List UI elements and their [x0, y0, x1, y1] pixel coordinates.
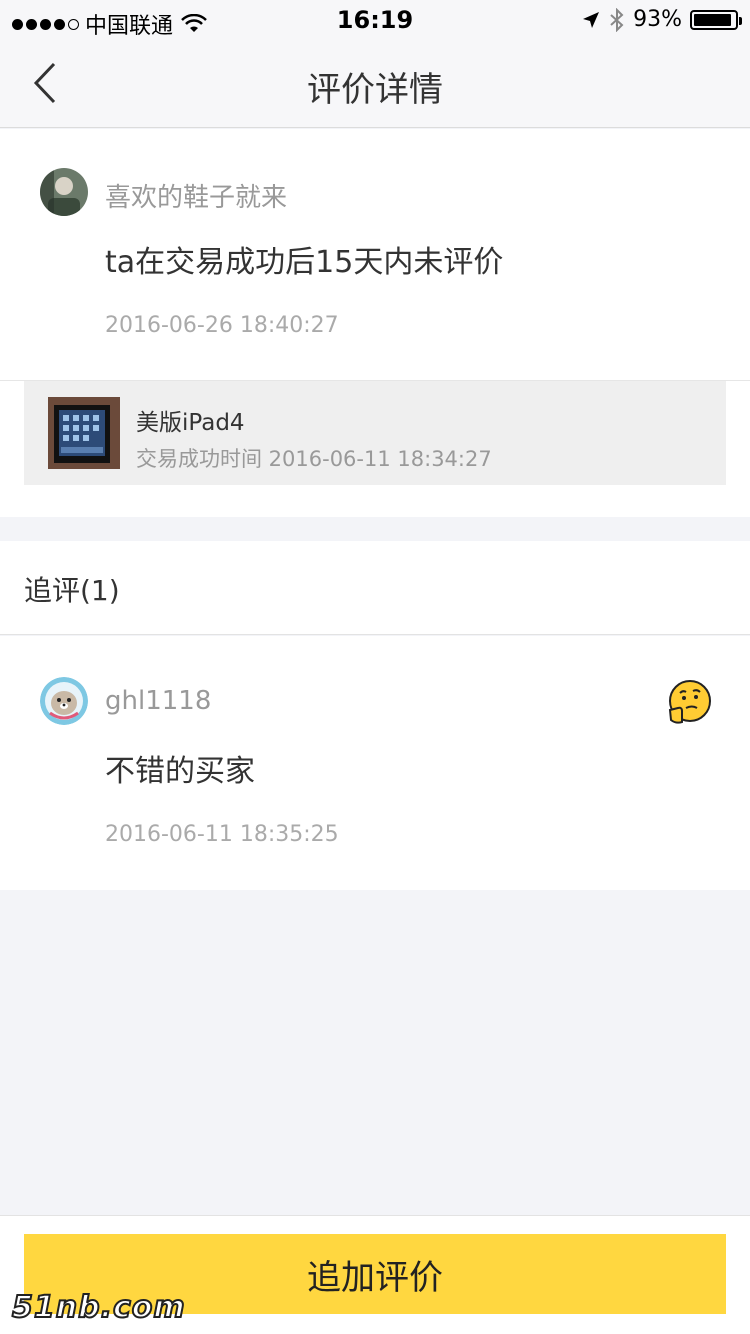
review-card: 喜欢的鞋子就来 ta在交易成功后15天内未评价 2016-06-26 18:40…	[0, 129, 750, 517]
product-card[interactable]: 美版iPad4 交易成功时间 2016-06-11 18:34:27	[24, 381, 726, 485]
page-title: 评价详情	[307, 70, 443, 110]
watermark: 51nb.com	[11, 1289, 186, 1326]
battery-percent: 93%	[633, 7, 682, 32]
product-name: 美版iPad4	[136, 410, 245, 436]
followup-text: 不错的买家	[105, 754, 255, 789]
product-trade-time: 交易成功时间 2016-06-11 18:34:27	[136, 447, 492, 471]
location-arrow-icon	[583, 11, 600, 28]
battery-fill	[694, 13, 732, 26]
reviewer-avatar[interactable]	[40, 168, 88, 216]
nav-bar: 评价详情	[0, 40, 750, 128]
thinking-face-icon	[668, 680, 711, 724]
status-bar: 中国联通 16:19 93%	[0, 0, 750, 40]
followup-title: 追评(1)	[24, 574, 120, 607]
review-date: 2016-06-26 18:40:27	[105, 313, 339, 338]
status-right: 93%	[581, 7, 742, 32]
bluetooth-icon	[610, 7, 624, 32]
followup-date: 2016-06-11 18:35:25	[105, 822, 339, 847]
reviewer-username[interactable]: 喜欢的鞋子就来	[105, 177, 287, 214]
followup-avatar[interactable]	[40, 677, 88, 725]
followup-card: ghl1118 不错的买家 2016-06-11 18:35:25	[0, 636, 750, 890]
followup-username[interactable]: ghl1118	[105, 686, 211, 716]
battery-icon	[690, 9, 742, 30]
product-thumbnail	[48, 397, 120, 469]
followup-header: 追评(1)	[0, 541, 750, 635]
review-text: ta在交易成功后15天内未评价	[105, 245, 504, 280]
